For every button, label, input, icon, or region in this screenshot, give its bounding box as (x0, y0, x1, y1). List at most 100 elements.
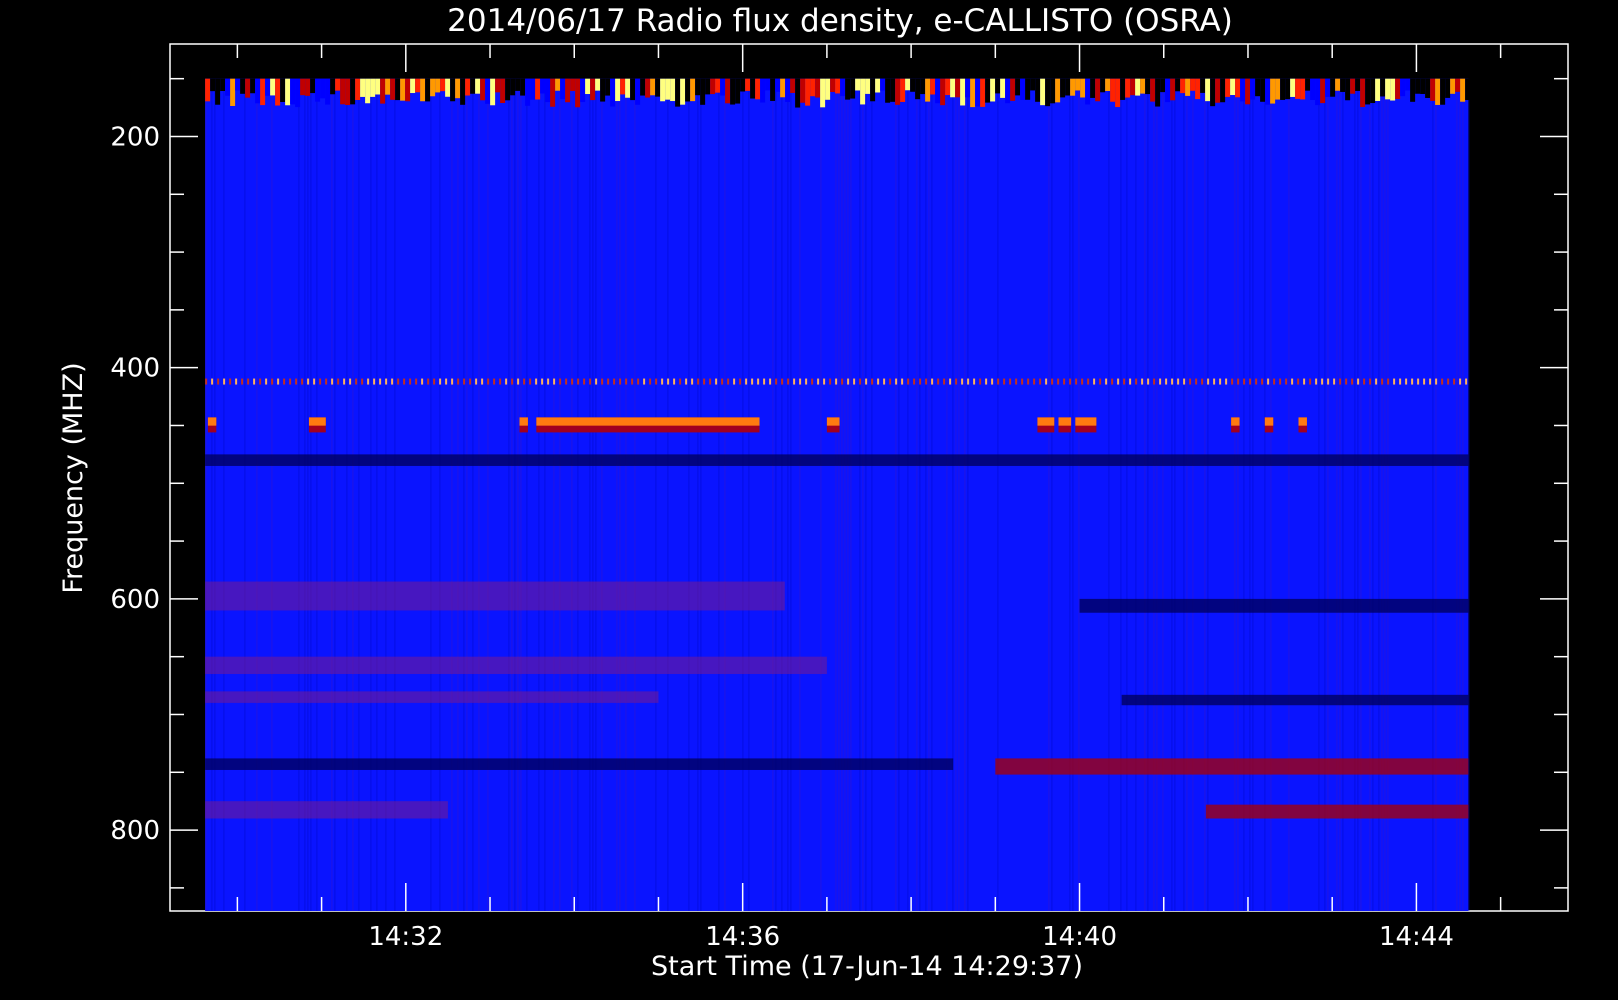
emission-dot (277, 378, 280, 385)
interference-block (730, 78, 736, 105)
texture-stripe (1237, 78, 1239, 912)
interference-block (355, 78, 361, 100)
texture-stripe (1435, 78, 1437, 912)
spectral-band (205, 801, 448, 819)
emission-dot (1057, 378, 1060, 385)
interference-block (325, 78, 331, 105)
emission-dot (1117, 378, 1120, 385)
interference-block (630, 78, 636, 101)
interference-block (320, 78, 326, 99)
interference-block (1185, 78, 1191, 96)
emission-dot (583, 378, 586, 385)
emission-dot (451, 378, 454, 385)
texture-stripe (781, 78, 783, 912)
burst-segment-core (1075, 417, 1097, 426)
emission-dot (1171, 378, 1174, 385)
texture-stripe (1318, 78, 1320, 912)
interference-block (1135, 78, 1141, 96)
interference-block (415, 78, 421, 93)
y-tick-label: 200 (110, 122, 160, 152)
interference-block (950, 78, 956, 98)
burst-segment-core (1231, 417, 1240, 426)
texture-stripe (352, 78, 354, 912)
interference-block (1075, 78, 1081, 91)
emission-dot (1393, 378, 1396, 385)
interference-block (1170, 78, 1176, 101)
emission-dot (871, 378, 874, 385)
interference-block (1120, 78, 1126, 100)
texture-stripe (1078, 78, 1080, 912)
emission-dot (1339, 378, 1342, 385)
interference-block (1465, 78, 1471, 101)
texture-stripe (1264, 78, 1266, 912)
texture-stripe (958, 78, 960, 912)
emission-dot (667, 378, 670, 385)
interference-block (605, 78, 611, 96)
texture-stripe (997, 78, 999, 912)
emission-dot (421, 378, 424, 385)
emission-dot (1447, 378, 1450, 385)
interference-block (1400, 78, 1406, 97)
texture-stripe (346, 78, 348, 912)
spectral-band (205, 758, 954, 770)
emission-dot (997, 378, 1000, 385)
emission-dot (901, 378, 904, 385)
texture-stripe (1051, 78, 1053, 912)
interference-block (780, 78, 786, 98)
interference-block (275, 78, 281, 106)
interference-block (1460, 78, 1466, 102)
texture-stripe (1468, 78, 1470, 912)
texture-stripe (1186, 78, 1188, 912)
texture-stripe (1126, 78, 1128, 912)
emission-dot (1345, 378, 1348, 385)
emission-dot (613, 378, 616, 385)
interference-block (1425, 78, 1431, 98)
interference-block (1005, 78, 1011, 104)
interference-block (1180, 78, 1186, 94)
texture-stripe (688, 78, 690, 912)
emission-dot (337, 378, 340, 385)
spectral-band (1079, 598, 1469, 613)
texture-stripe (1252, 78, 1254, 912)
interference-block (905, 78, 911, 91)
interference-block (1310, 78, 1316, 100)
interference-block (935, 78, 941, 104)
emission-dot (433, 378, 436, 385)
texture-stripe (841, 78, 843, 912)
emission-dot (919, 378, 922, 385)
interference-block (1015, 78, 1021, 96)
emission-dot (703, 378, 706, 385)
interference-block (890, 78, 896, 102)
interference-block (295, 78, 301, 108)
emission-dot (397, 378, 400, 385)
emission-dot (445, 378, 448, 385)
texture-stripe (775, 78, 777, 912)
interference-block (1000, 78, 1006, 98)
interference-block (255, 78, 261, 104)
texture-stripe (928, 78, 930, 912)
interference-block (610, 78, 616, 107)
interference-block (225, 78, 231, 96)
texture-stripe (526, 78, 528, 912)
interference-block (1210, 78, 1216, 107)
texture-stripe (925, 78, 927, 912)
interference-block (530, 78, 536, 100)
interference-block (600, 78, 606, 102)
interference-block (1415, 78, 1421, 94)
interference-block (715, 78, 721, 93)
interference-block (1255, 78, 1261, 97)
texture-stripe (394, 78, 396, 912)
interference-block (1060, 78, 1066, 98)
interference-block (1245, 78, 1251, 105)
texture-stripe (1108, 78, 1110, 912)
interference-block (805, 78, 811, 106)
texture-stripe (1153, 78, 1155, 912)
emission-dot (589, 378, 592, 385)
texture-stripe (304, 78, 306, 912)
emission-dot (697, 378, 700, 385)
emission-dot (619, 378, 622, 385)
emission-dot (1129, 378, 1132, 385)
emission-dot (949, 378, 952, 385)
emission-dot (1075, 378, 1078, 385)
burst-segment-core (308, 417, 326, 426)
